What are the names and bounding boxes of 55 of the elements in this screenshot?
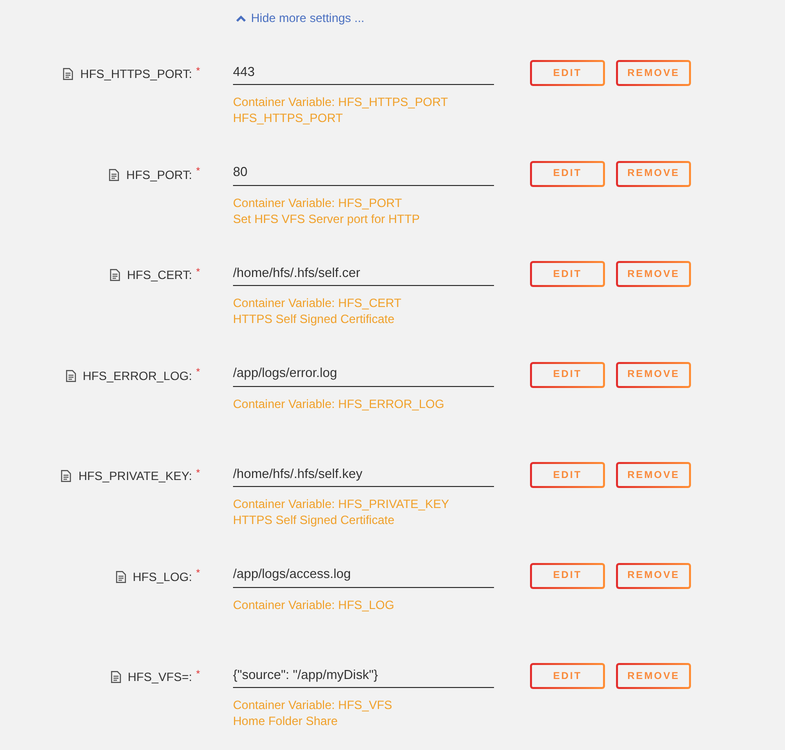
document-icon xyxy=(116,570,126,582)
variable-description: Set HFS VFS Server port for HTTP xyxy=(233,210,420,226)
variable-description: Home Folder Share xyxy=(233,713,338,729)
input-field[interactable]: 443 xyxy=(233,58,494,85)
edit-button[interactable]: EDIT xyxy=(530,261,605,287)
edit-button[interactable]: EDIT xyxy=(530,160,605,186)
hide-settings-toggle[interactable]: Hide more settings ... xyxy=(236,10,364,26)
document-icon xyxy=(61,470,72,482)
edit-button[interactable]: EDIT xyxy=(530,562,605,588)
variable-description: HTTPS Self Signed Certificate xyxy=(233,311,394,327)
variable-description: Container Variable: HFS_LOG xyxy=(233,596,394,612)
document-icon xyxy=(63,68,74,80)
input-field[interactable]: 80 xyxy=(233,158,494,186)
edit-button[interactable]: EDIT xyxy=(530,462,605,488)
required-mark: * xyxy=(196,468,200,480)
required-mark: * xyxy=(196,66,200,78)
variable-label: HFS_PORT: xyxy=(126,166,192,182)
required-mark: * xyxy=(196,568,200,580)
variable-description: Container Variable: HFS_ERROR_LOG xyxy=(233,396,444,412)
edit-button[interactable]: EDIT xyxy=(530,60,605,86)
variable-label: HFS_CERT: xyxy=(126,267,192,283)
input-field[interactable]: /home/hfs/.hfs/self.key xyxy=(233,460,494,487)
variable-label: HFS_LOG: xyxy=(132,568,192,584)
edit-button[interactable]: EDIT xyxy=(530,663,605,689)
document-icon xyxy=(110,671,121,683)
document-icon xyxy=(109,168,120,180)
input-field[interactable]: /app/logs/error.log xyxy=(233,360,494,386)
required-mark: * xyxy=(196,166,200,178)
remove-button[interactable]: REMOVE xyxy=(616,362,691,388)
remove-button[interactable]: REMOVE xyxy=(616,160,691,186)
required-mark: * xyxy=(196,668,200,680)
variable-description: Container Variable: HFS_VFS xyxy=(233,697,392,713)
remove-button[interactable]: REMOVE xyxy=(616,462,691,488)
variable-label: HFS_VFS=: xyxy=(128,669,192,685)
input-field[interactable]: /app/logs/access.log xyxy=(233,560,494,588)
document-icon xyxy=(110,269,120,281)
variable-label: HFS_ERROR_LOG: xyxy=(82,368,192,384)
required-mark: * xyxy=(196,266,200,278)
remove-button[interactable]: REMOVE xyxy=(616,60,691,86)
variable-description: Container Variable: HFS_PORT xyxy=(233,194,402,210)
variable-label: HFS_HTTPS_PORT: xyxy=(80,66,192,82)
variable-description: HTTPS Self Signed Certificate xyxy=(233,512,394,528)
variable-description: Container Variable: HFS_PRIVATE_KEY xyxy=(233,496,450,512)
variable-description: Container Variable: HFS_CERT xyxy=(233,295,402,311)
remove-button[interactable]: REMOVE xyxy=(616,261,691,287)
remove-button[interactable]: REMOVE xyxy=(616,562,691,588)
document-icon xyxy=(66,370,76,382)
required-mark: * xyxy=(196,367,200,379)
input-field[interactable]: {"source": "/app/myDisk"} xyxy=(233,661,494,688)
variable-description: Container Variable: HFS_HTTPS_PORT xyxy=(233,94,448,110)
edit-button[interactable]: EDIT xyxy=(530,362,605,388)
remove-button[interactable]: REMOVE xyxy=(616,663,691,689)
input-field[interactable]: /home/hfs/.hfs/self.cer xyxy=(233,259,494,286)
variable-label: HFS_PRIVATE_KEY: xyxy=(78,468,192,484)
variable-description: HFS_HTTPS_PORT xyxy=(233,110,343,126)
